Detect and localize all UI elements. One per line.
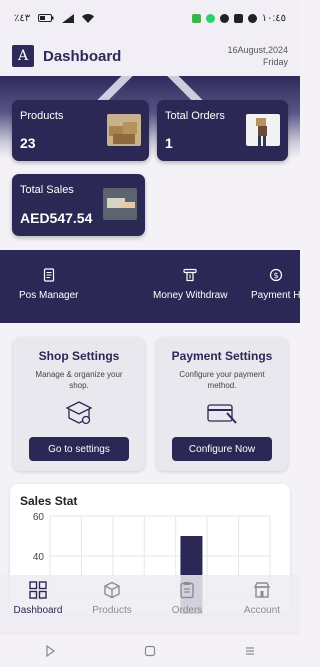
orders-label: Total Orders [165,110,225,122]
shop-settings-title: Shop Settings [38,349,120,363]
status-left: ٪٤٣ [14,12,95,24]
go-to-settings-button[interactable]: Go to settings [29,437,129,461]
status-right: ١٠:٤٥ [191,12,286,24]
withdraw-icon [183,268,197,282]
money-withdraw-button[interactable]: Money Withdraw [153,268,227,301]
day-text: Friday [262,57,288,67]
configure-now-button[interactable]: Configure Now [172,437,272,461]
products-card[interactable]: Products 23 [12,100,149,161]
nav-dashboard[interactable]: Dashboard [8,581,68,616]
payment-history-label: Payment H [251,290,300,301]
nav-account[interactable]: Account [232,581,292,616]
recents-icon[interactable] [244,645,256,657]
payment-settings-description: Configure your payment method. [179,370,265,390]
y-tick-label: 60 [33,512,45,523]
whatsapp-icon [205,13,215,23]
shop-settings-description: Manage & organize your shop. [35,370,123,390]
payment-history-button[interactable]: $ Payment H [251,268,300,301]
orders-card[interactable]: Total Orders 1 [157,100,288,161]
svg-text:$: $ [273,271,278,280]
payment-settings-card: Payment Settings Configure your payment … [156,337,288,471]
money-withdraw-label: Money Withdraw [153,290,228,301]
app-header: A Dashboard 16August,2024 Friday [0,36,300,76]
dashboard-icon [29,581,47,599]
home-icon[interactable] [144,645,156,657]
nav-products-label: Products [92,605,132,616]
bottom-navigation: Dashboard Products Orders Account [0,575,300,635]
sales-card[interactable]: Total Sales AED547.54 [12,174,145,236]
sales-value: AED547.54 [20,210,93,226]
payment-history-icon: $ [269,268,282,282]
card-wrench-icon [207,404,237,424]
products-label: Products [20,110,64,122]
battery-icon [38,14,54,22]
nav-account-label: Account [243,605,281,616]
nav-orders-label: Orders [171,605,203,616]
sales-image [103,188,137,220]
products-image [107,114,141,146]
products-value: 23 [20,135,36,151]
status-bar: ٪٤٣ ١٠:٤٥ [0,0,300,36]
store-icon [253,582,271,598]
notification-app-icon [191,13,201,23]
header-date: 16August,2024 Friday [227,44,288,68]
shop-gear-icon [65,401,93,425]
y-tick-label: 40 [33,552,45,563]
system-navigation [0,635,300,667]
orders-image [246,114,280,146]
orders-value: 1 [165,135,173,151]
clock: ١٠:٤٥ [261,12,286,24]
pos-manager-button[interactable]: Pos Manager [19,268,78,301]
pos-manager-label: Pos Manager [19,290,79,301]
signal-icon [62,13,75,23]
back-icon[interactable] [44,645,56,657]
nav-dashboard-label: Dashboard [13,605,63,616]
sales-label: Total Sales [20,184,74,196]
telegram-icon [247,13,257,23]
battery-percentage: ٪٤٣ [14,12,31,24]
nav-products[interactable]: Products [82,581,142,616]
page-title: Dashboard [43,47,122,65]
payment-settings-title: Payment Settings [171,349,273,363]
receipt-icon [43,268,54,282]
nav-orders[interactable]: Orders [157,581,217,616]
app-logo: A [12,45,34,67]
notification-icon [219,13,229,23]
snapchat-icon [233,13,243,23]
clipboard-icon [180,582,194,599]
date-text: 16August,2024 [227,45,288,55]
quick-actions-bar: Pos Manager Money Withdraw $ Payment H [0,250,300,323]
shop-settings-card: Shop Settings Manage & organize your sho… [13,337,145,471]
wifi-icon [82,13,95,23]
box-icon [104,581,120,599]
